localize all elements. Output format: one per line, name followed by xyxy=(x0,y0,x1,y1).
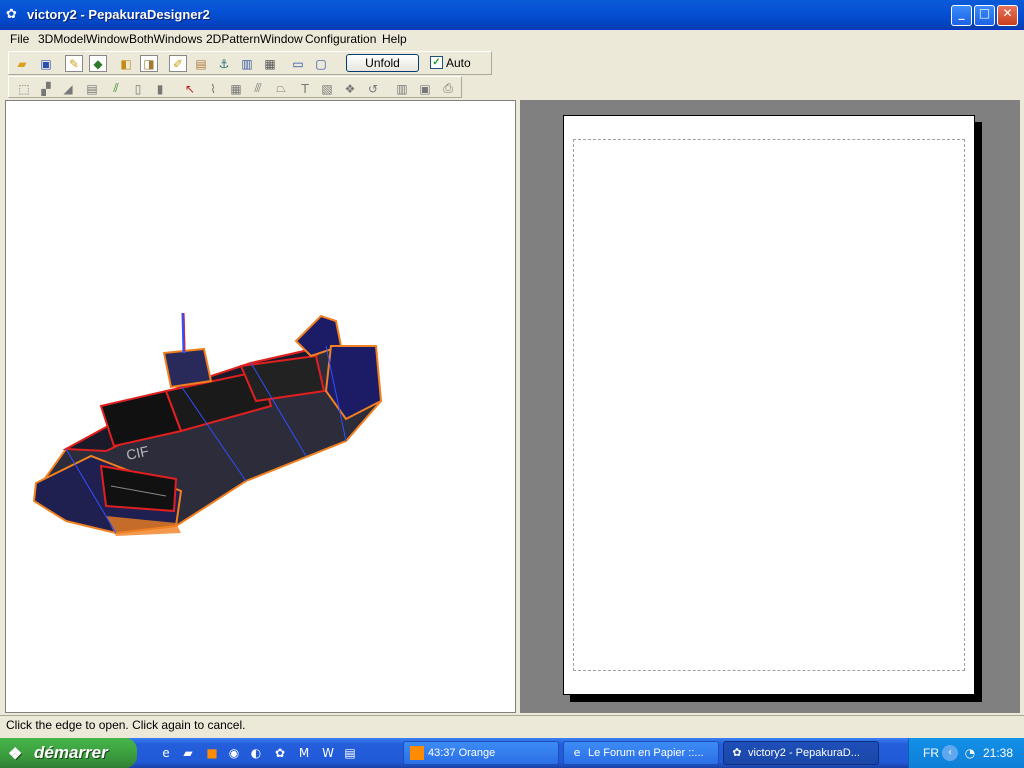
system-tray: FR ‹ ◔ 21:38 xyxy=(908,738,1024,768)
language-indicator[interactable]: FR xyxy=(923,746,939,760)
maximize-button[interactable]: □ xyxy=(974,5,995,26)
menu-bothwindows[interactable]: BothWindows xyxy=(129,32,202,46)
folder-quicklaunch-icon[interactable]: ▰ xyxy=(180,745,196,761)
text-icon[interactable]: T xyxy=(296,80,314,97)
print-preview-icon[interactable]: ▣ xyxy=(416,80,434,97)
open-box-icon[interactable]: ◨ xyxy=(140,55,158,72)
task-forum-label: Le Forum en Papier ::... xyxy=(588,747,704,759)
edit-edge-icon[interactable]: ✐ xyxy=(169,55,187,72)
menu-2dpatternwindow[interactable]: 2DPatternWindow xyxy=(206,32,303,46)
paint-quicklaunch-icon[interactable]: ✿ xyxy=(272,745,288,761)
open-folder-icon[interactable]: ▰ xyxy=(13,55,31,72)
close-button[interactable]: ✕ xyxy=(997,5,1018,26)
page-icon[interactable]: ▯ xyxy=(129,80,147,97)
task-orange[interactable]: 43:37 Orange xyxy=(403,741,559,765)
windows-logo-icon: ❖ xyxy=(8,746,23,763)
start-button[interactable]: ❖ démarrer xyxy=(0,738,137,768)
show-hidden-icons-icon[interactable]: ‹ xyxy=(942,745,958,761)
move-parts-icon[interactable]: ▞ xyxy=(37,80,55,97)
rotate-icon[interactable]: ◢ xyxy=(59,80,77,97)
menu-3dmodelwindow[interactable]: 3DModelWindow xyxy=(38,32,129,46)
app-quicklaunch-icon[interactable]: ◐ xyxy=(248,745,264,761)
box-icon[interactable]: ◧ xyxy=(117,55,135,72)
menu-help[interactable]: Help xyxy=(382,32,407,46)
grid-icon[interactable]: ▦ xyxy=(227,80,245,97)
image-icon[interactable]: ▧ xyxy=(318,80,336,97)
application-window: ✿ victory2 - PepakuraDesigner2 _ □ ✕ Fil… xyxy=(0,0,1024,740)
3d-model-view[interactable]: CIF xyxy=(5,100,516,713)
auto-label: Auto xyxy=(446,56,471,70)
task-pepakura-label: victory2 - PepakuraD... xyxy=(748,747,860,759)
parts-icon[interactable]: ❖ xyxy=(341,80,359,97)
lines-icon[interactable]: ⫻ xyxy=(249,80,267,97)
status-bar: Click the edge to open. Click again to c… xyxy=(0,715,1024,734)
3d-model-spaceship[interactable]: CIF xyxy=(6,101,515,712)
pepakura-icon[interactable]: ✿ xyxy=(6,7,22,23)
network-icon[interactable]: ◔ xyxy=(962,745,978,761)
msn-quicklaunch-icon[interactable]: M xyxy=(296,745,312,761)
auto-checkbox[interactable]: ✓ xyxy=(430,56,443,69)
taskbar: ❖ démarrer e ▰ ■ ◉ ◐ ✿ M W ▤ 43:37 Orang… xyxy=(0,738,1024,768)
task-forum[interactable]: e Le Forum en Papier ::... xyxy=(563,741,719,765)
ie-quicklaunch-icon[interactable]: e xyxy=(158,745,174,761)
fold-icon[interactable]: ▤ xyxy=(192,55,210,72)
join-edge-icon[interactable]: ⌇ xyxy=(204,80,222,97)
task-orange-label: 43:37 Orange xyxy=(428,747,496,759)
notepad-quicklaunch-icon[interactable]: ▤ xyxy=(342,745,358,761)
pepakura-icon: ✿ xyxy=(732,746,742,759)
window-single-icon[interactable]: ▢ xyxy=(312,55,330,72)
window-title: victory2 - PepakuraDesigner2 xyxy=(27,7,210,22)
menu-configuration[interactable]: Configuration xyxy=(305,32,376,46)
pattern-toolbar: ⬚ ▞ ◢ ▤ ⫽ ▯ ▮ ↖ ⌇ ▦ ⫻ ⏢ T ▧ ❖ ↺ ▥ ▣ ⎙ xyxy=(8,76,462,98)
print-icon[interactable]: ⎙ xyxy=(439,80,457,97)
task-pepakura[interactable]: ✿ victory2 - PepakuraD... xyxy=(723,741,879,765)
orange-quicklaunch-icon[interactable]: ■ xyxy=(204,745,220,761)
window-split-icon[interactable]: ▭ xyxy=(289,55,307,72)
layout-icon[interactable]: ▥ xyxy=(393,80,411,97)
anchor-icon[interactable]: ⚓ xyxy=(215,55,233,72)
cursor-icon[interactable]: ↖ xyxy=(181,80,199,97)
flap-icon[interactable]: ⏢ xyxy=(272,80,290,97)
main-toolbar: ▰ ▣ ✎ ◆ ◧ ◨ ✐ ▤ ⚓ ▥ ▦ ▭ ▢ Unfold ✓ Auto xyxy=(8,51,492,75)
color-cube-icon[interactable]: ◆ xyxy=(89,55,107,72)
clock: 21:38 xyxy=(983,746,1014,760)
orange-icon xyxy=(410,746,424,760)
ie-icon: e xyxy=(573,746,581,759)
menu-bar: File 3DModelWindow BothWindows 2DPattern… xyxy=(0,30,1024,49)
2d-pattern-view[interactable] xyxy=(520,100,1020,713)
select-pencil-icon[interactable]: ✎ xyxy=(65,55,83,72)
status-text: Click the edge to open. Click again to c… xyxy=(6,718,246,732)
undo-icon[interactable]: ↺ xyxy=(364,80,382,97)
word-quicklaunch-icon[interactable]: W xyxy=(320,745,336,761)
number-icon[interactable]: ▤ xyxy=(83,80,101,97)
texture-icon[interactable]: ▥ xyxy=(238,55,256,72)
wireframe-icon[interactable]: ▦ xyxy=(261,55,279,72)
printable-area xyxy=(573,139,965,671)
menu-file[interactable]: File xyxy=(10,32,29,46)
glue-tab-icon[interactable]: ⫽ xyxy=(107,80,125,97)
paper-sheet[interactable] xyxy=(563,115,975,695)
select-rect-icon[interactable]: ⬚ xyxy=(15,80,33,97)
unfold-button[interactable]: Unfold xyxy=(346,54,419,72)
start-label: démarrer xyxy=(34,743,108,762)
media-quicklaunch-icon[interactable]: ◉ xyxy=(226,745,242,761)
save-icon[interactable]: ▣ xyxy=(37,55,55,72)
fold-line-icon[interactable]: ▮ xyxy=(151,80,169,97)
minimize-button[interactable]: _ xyxy=(951,5,972,26)
title-bar[interactable]: ✿ victory2 - PepakuraDesigner2 _ □ ✕ xyxy=(0,0,1024,30)
